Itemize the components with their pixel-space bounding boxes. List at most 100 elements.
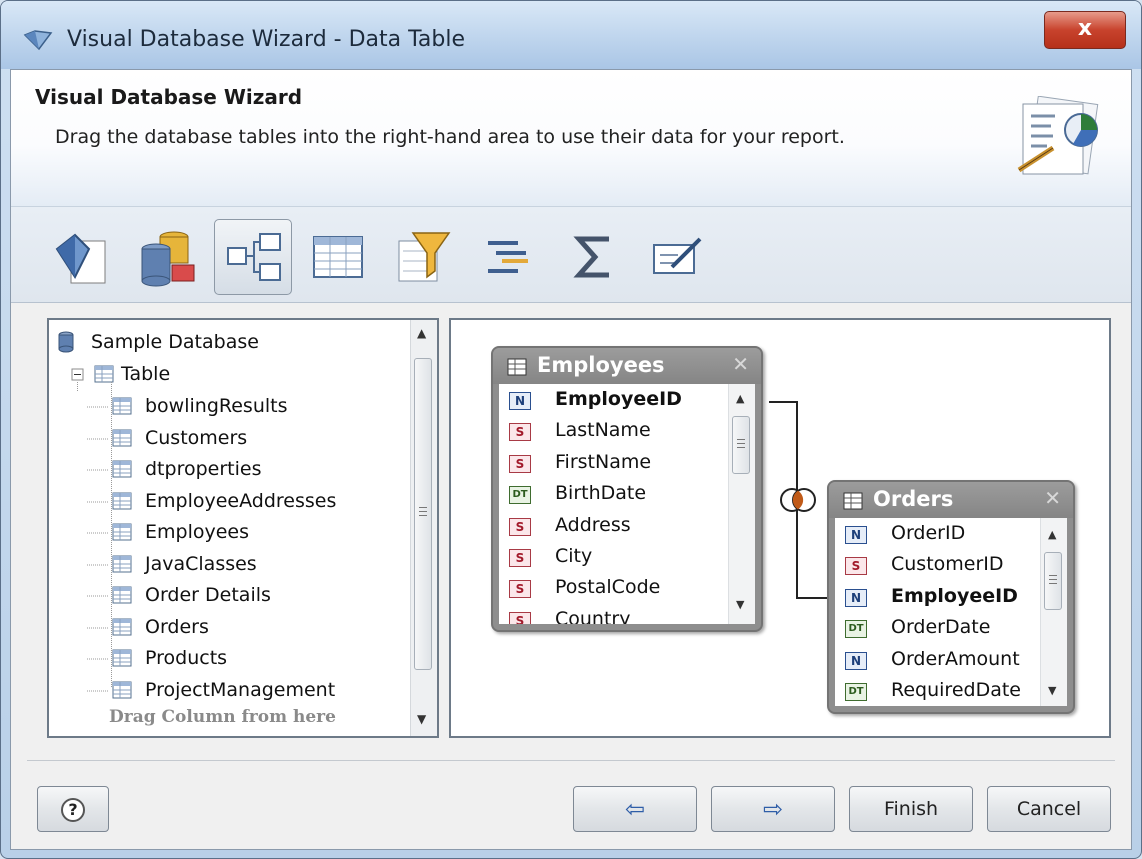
tree-branch-line <box>87 595 109 597</box>
inner-join-icon[interactable] <box>779 484 817 516</box>
column-name: Country <box>555 607 631 624</box>
scroll-up-arrow-icon[interactable]: ▲ <box>417 326 426 340</box>
column-name: OrderAmount <box>891 647 1020 670</box>
column-name: EmployeeID <box>891 584 1018 607</box>
column-name: OrderDate <box>891 616 991 639</box>
tree-item-label: bowlingResults <box>145 395 288 417</box>
table-icon <box>112 397 132 415</box>
column-type-badge: S <box>509 517 531 536</box>
orders-column-list[interactable]: DT RequiredDate N OrderAmount DT OrderDate N Em… <box>835 518 1067 706</box>
back-button[interactable]: ⇦ <box>573 786 697 832</box>
tree-item-label: Orders <box>145 615 209 638</box>
report-diamond-icon <box>55 233 106 284</box>
sigma-sum-icon <box>573 236 609 278</box>
orders-scroll-thumb[interactable] <box>1044 552 1062 610</box>
wizard-heading: Visual Database Wizard <box>35 85 303 109</box>
column-name: EmployeeID <box>555 388 682 410</box>
wizard-instructions: Drag the database tables into the right-… <box>55 126 845 148</box>
employees-column-list[interactable]: S Country S PostalCode S City S Address DT BirthD… <box>499 384 755 624</box>
employees-scrollbar[interactable]: ▲ ▼ <box>728 384 755 624</box>
close-icon[interactable]: ✕ <box>1044 486 1061 510</box>
step-summary-button[interactable] <box>554 219 632 295</box>
column-type-badge: N <box>845 588 867 607</box>
diamond-app-icon <box>23 30 53 51</box>
scroll-down-arrow-icon[interactable]: ▼ <box>1048 684 1056 697</box>
wizard-header: Visual Database Wizard Drag the database… <box>11 70 1131 207</box>
tree-item-label: EmployeeAddresses <box>145 489 337 512</box>
table-icon <box>112 460 132 478</box>
tree-branch-line <box>87 658 109 660</box>
column-name: City <box>555 545 593 567</box>
tree-branch-line <box>87 564 109 565</box>
tree-branch-line <box>87 501 109 502</box>
tree-item-label: Order Details <box>145 584 271 606</box>
table-icon <box>112 492 132 509</box>
column-name: FirstName <box>555 450 652 473</box>
tree-root-label: Sample Database <box>91 331 259 353</box>
table-tree-panel[interactable]: Sample Database Table bowlingResults Cus… <box>47 318 439 738</box>
wizard-client-area: Visual Database Wizard Drag the database… <box>10 69 1132 850</box>
table-icon <box>112 586 132 604</box>
filter-funnel-icon <box>398 232 451 282</box>
arrow-right-icon: ⇨ <box>762 795 784 823</box>
step-sort-button[interactable] <box>469 219 547 295</box>
tree-item-label: JavaClasses <box>145 552 257 575</box>
orders-table-header[interactable]: Orders ✕ <box>829 482 1073 518</box>
step-database-button[interactable] <box>129 219 207 295</box>
orders-table-name: Orders <box>873 487 954 511</box>
next-button[interactable]: ⇨ <box>711 786 835 832</box>
scroll-up-arrow-icon[interactable]: ▲ <box>736 392 744 405</box>
arrow-left-icon: ⇦ <box>624 795 646 823</box>
tree-scrollbar[interactable]: ▲ ▼ <box>410 320 437 736</box>
employees-table-header[interactable]: Employees ✕ <box>493 348 761 384</box>
table-icon <box>843 492 863 510</box>
step-data-grid-button[interactable] <box>299 219 377 295</box>
column-name: BirthDate <box>555 482 647 505</box>
tree-branch-line <box>87 690 109 691</box>
step-relations-button[interactable] <box>214 219 292 295</box>
close-button[interactable]: x <box>1044 11 1126 49</box>
column-type-badge: S <box>509 611 531 624</box>
orders-table-box[interactable]: Orders ✕ DT RequiredDate N OrderAmount DT Ord… <box>827 480 1075 714</box>
tree-branch-line <box>87 406 109 408</box>
step-report-button[interactable] <box>44 219 122 295</box>
column-type-badge: N <box>845 526 867 544</box>
employees-table-box[interactable]: Employees ✕ S Country S PostalCode S City S Add… <box>491 346 763 632</box>
wizard-window: Visual Database Wizard - Data Table x Vi… <box>0 0 1142 859</box>
tree-branch-line <box>87 627 109 628</box>
table-icon <box>112 649 132 667</box>
column-type-badge: S <box>845 557 867 576</box>
database-icon <box>58 331 74 353</box>
data-grid-icon <box>313 236 363 278</box>
step-filter-button[interactable] <box>384 219 462 295</box>
close-icon[interactable]: ✕ <box>732 352 749 376</box>
relations-canvas[interactable]: Employees ✕ S Country S PostalCode S City S Add… <box>449 318 1111 738</box>
employees-table-name: Employees <box>537 353 665 377</box>
employees-scroll-thumb[interactable] <box>732 416 750 474</box>
tree-branch-line <box>87 532 109 534</box>
column-name: RequiredDate <box>891 679 1021 701</box>
column-type-badge: S <box>509 454 531 473</box>
drag-column-hint: Drag Column from here <box>109 707 336 727</box>
table-icon <box>112 681 132 698</box>
title-bar[interactable]: Visual Database Wizard - Data Table x <box>1 1 1141 69</box>
tree-scroll-thumb[interactable] <box>414 358 432 670</box>
window-title: Visual Database Wizard - Data Table <box>67 27 466 52</box>
column-type-badge: N <box>845 651 867 670</box>
step-finish-edit-button[interactable] <box>639 219 717 295</box>
scroll-down-arrow-icon[interactable]: ▼ <box>736 598 744 611</box>
finish-button[interactable]: Finish <box>849 786 973 832</box>
column-type-badge: S <box>509 549 531 567</box>
orders-scrollbar[interactable]: ▲ ▼ <box>1040 518 1067 706</box>
column-type-badge: DT <box>845 683 867 701</box>
table-relations-icon <box>227 233 281 281</box>
column-type-badge: DT <box>845 620 867 639</box>
scroll-up-arrow-icon[interactable]: ▲ <box>1048 528 1056 541</box>
scroll-down-arrow-icon[interactable]: ▼ <box>417 712 426 726</box>
table-icon <box>112 523 132 541</box>
wizard-steps-toolbar <box>11 207 1131 303</box>
sort-lines-icon <box>488 241 528 273</box>
column-type-badge: DT <box>509 486 531 505</box>
help-button[interactable]: ? <box>37 786 109 832</box>
cancel-button[interactable]: Cancel <box>987 786 1111 832</box>
